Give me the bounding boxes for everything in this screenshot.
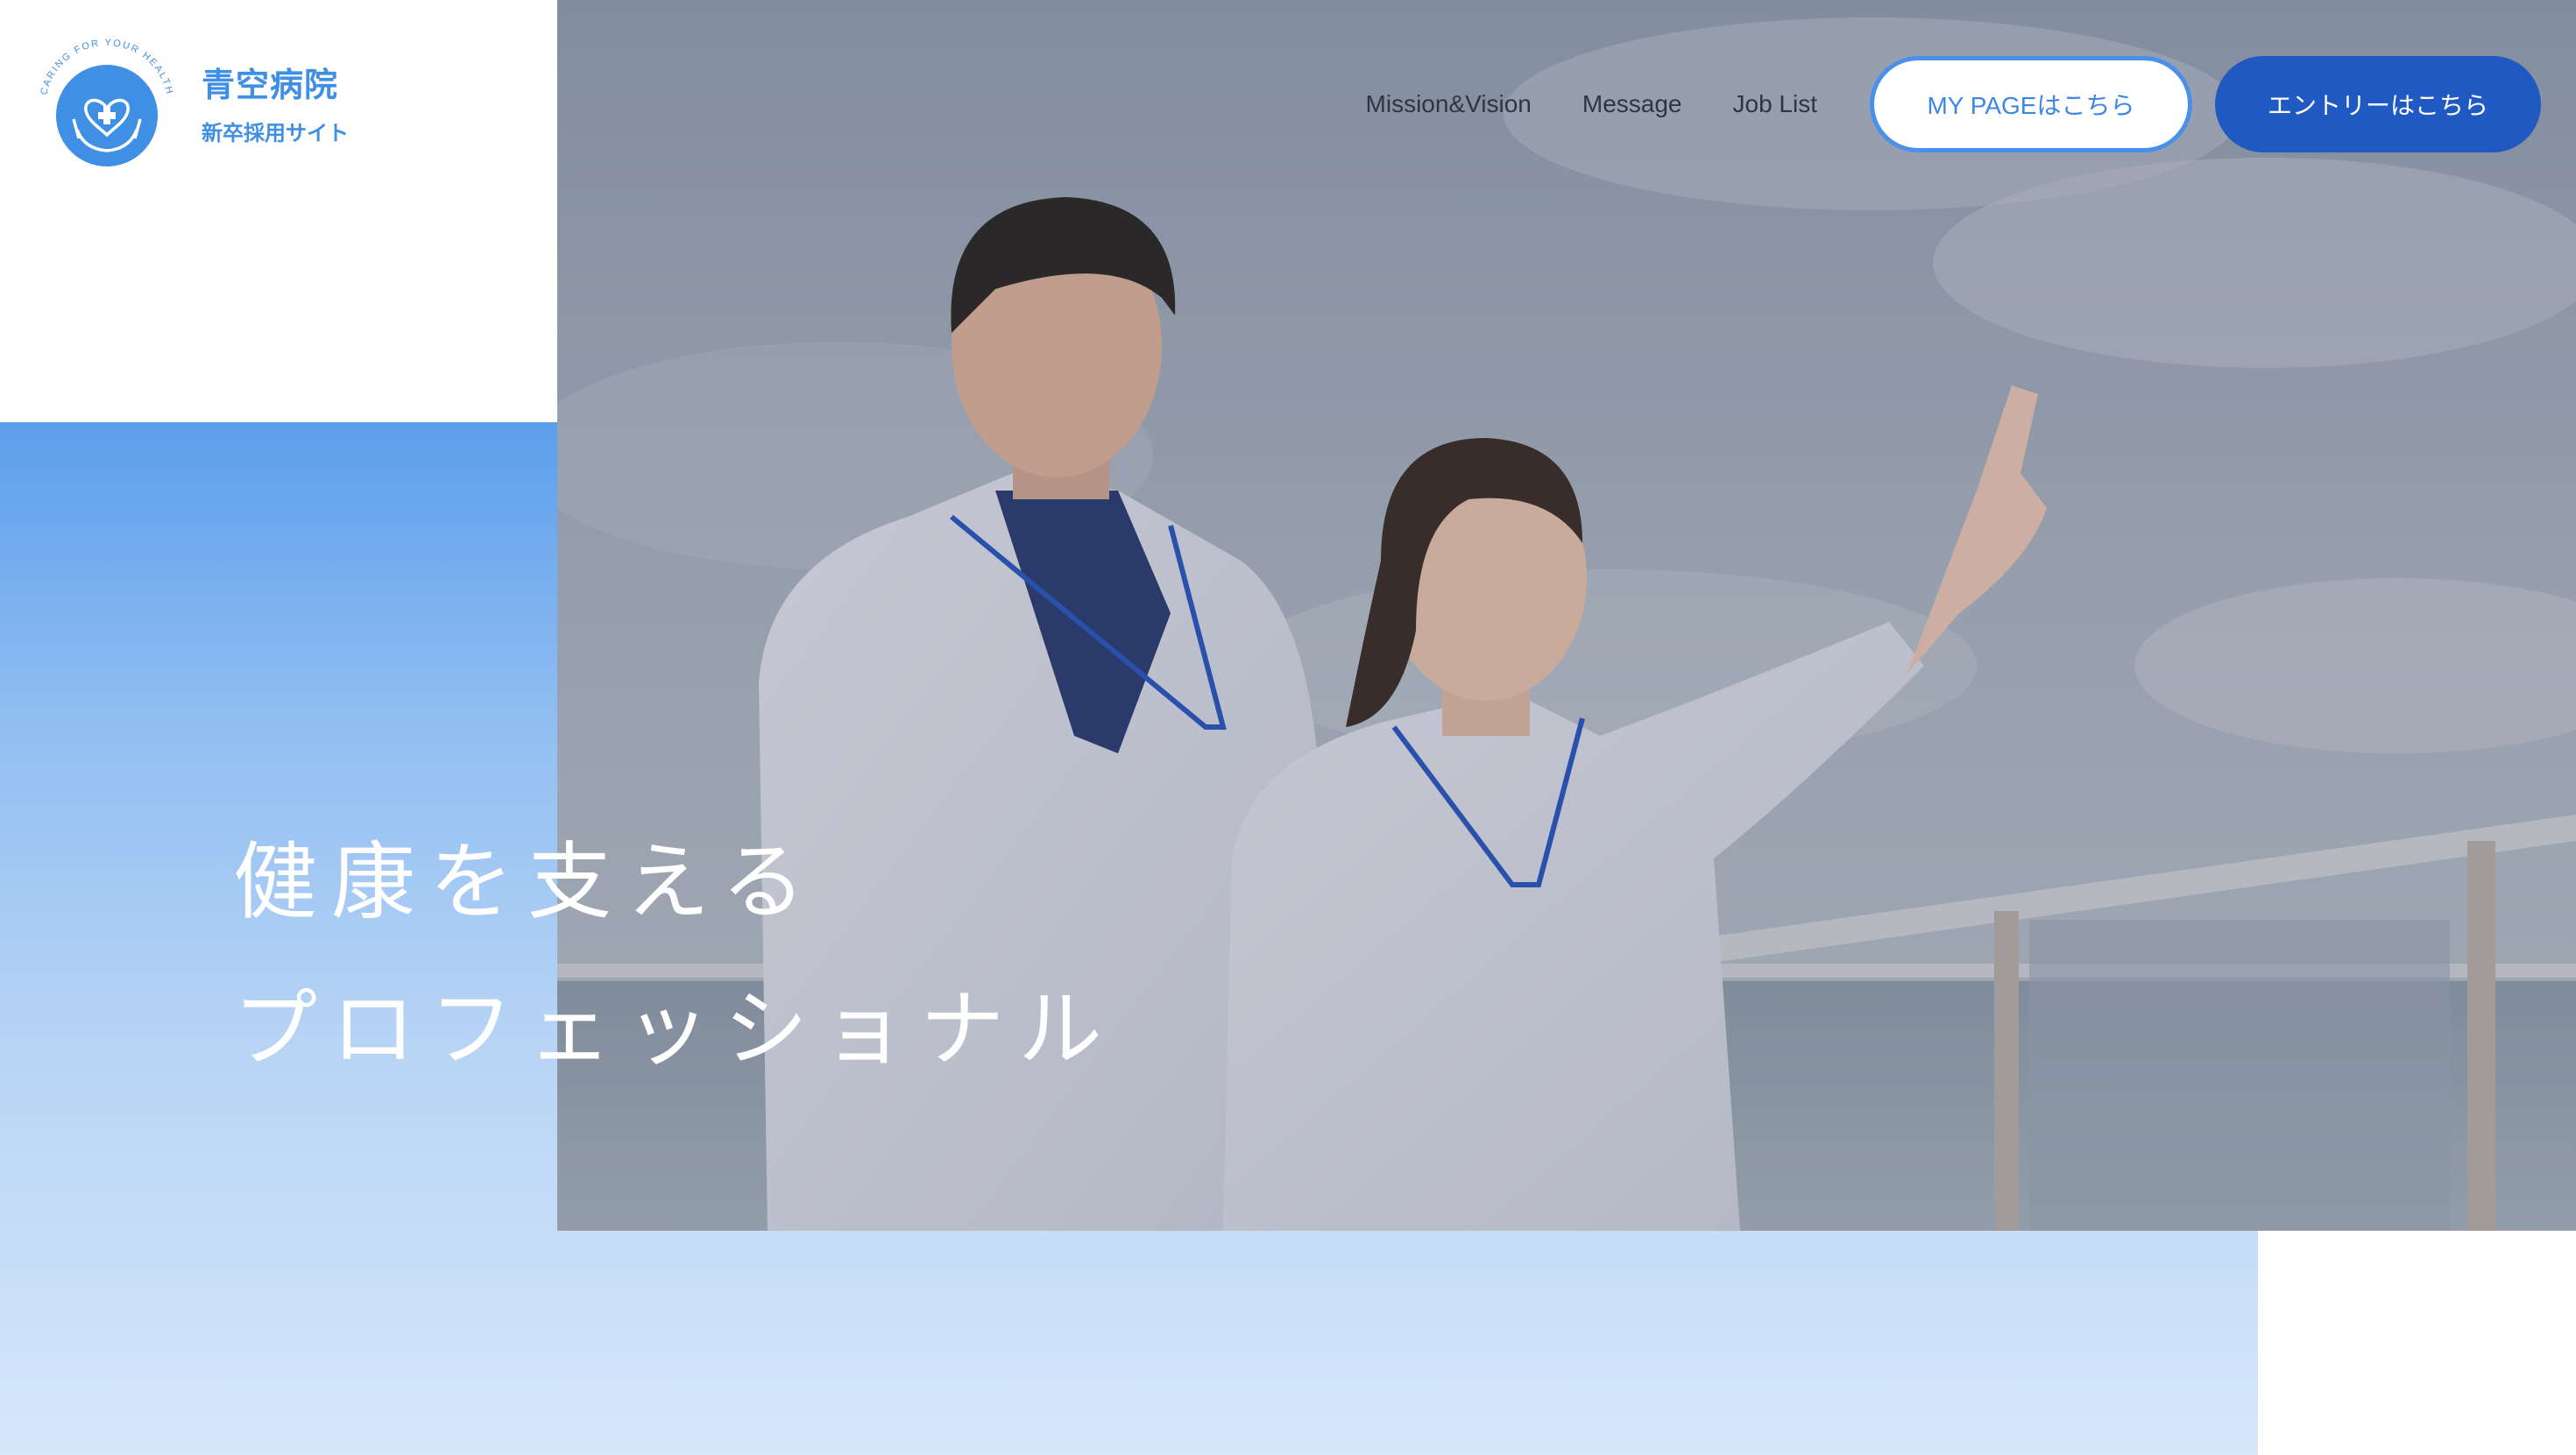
hero-headline-line1: 健康を支える bbox=[233, 836, 820, 929]
hero-headline-line2: プロフェッショナル bbox=[233, 983, 1116, 1077]
nav-link-message[interactable]: Message bbox=[1582, 56, 1682, 152]
hero-headline: 健康を支える プロフェッショナル bbox=[233, 841, 1116, 1072]
logo-subtitle: 新卒採用サイト bbox=[202, 122, 349, 145]
logo-title: 青空病院 bbox=[202, 67, 339, 104]
nav-link-mission-vision[interactable]: Mission&Vision bbox=[1366, 56, 1532, 152]
mypage-button[interactable]: MY PAGEはこちら bbox=[1870, 56, 2192, 152]
nav-link-job-list[interactable]: Job List bbox=[1733, 56, 1818, 152]
site-logo[interactable]: CARING FOR YOUR HEALTH 青空病院 新卒採用サイト bbox=[39, 39, 349, 175]
entry-button[interactable]: エントリーはこちら bbox=[2215, 56, 2541, 152]
main-nav: Mission&Vision Message Job List MY PAGEは… bbox=[1366, 56, 2541, 152]
heart-hands-icon: CARING FOR YOUR HEALTH bbox=[39, 39, 173, 166]
